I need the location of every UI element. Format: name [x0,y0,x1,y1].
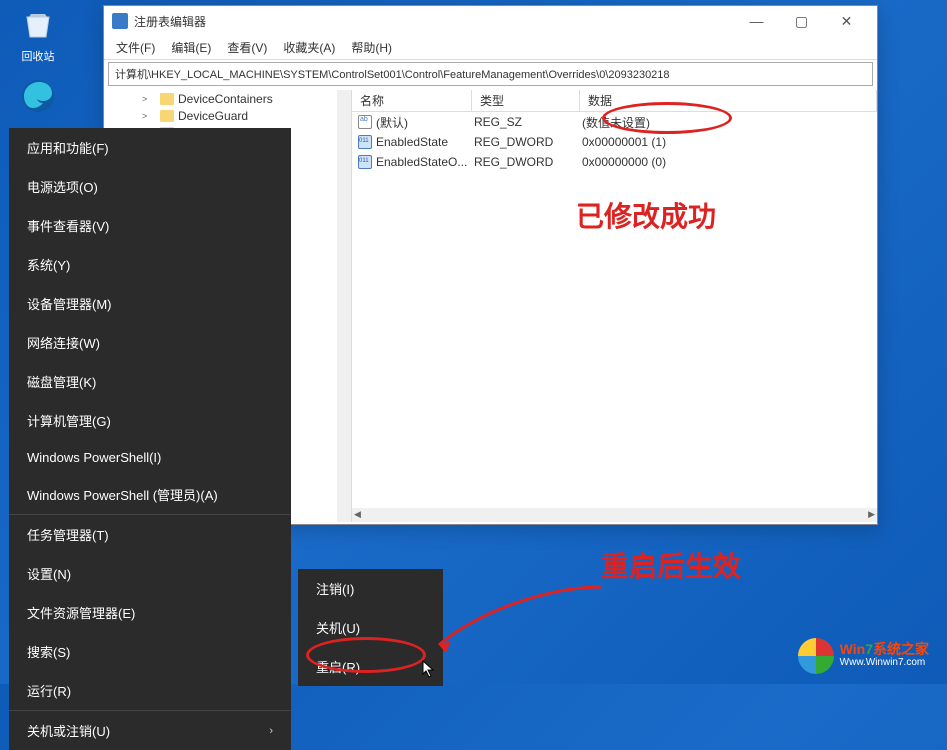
scrollbar-vertical[interactable] [337,90,351,522]
folder-icon [160,93,174,105]
winx-label: 运行(R) [27,684,71,699]
winx-label: 电源选项(O) [27,180,98,195]
close-button[interactable]: ✕ [824,6,869,36]
shutdown-label: 重启(R) [316,660,360,675]
value-name: EnabledStateO... [376,155,467,169]
winx-item[interactable]: 应用和功能(F) [9,128,291,167]
winx-item[interactable]: 任务管理器(T) [9,515,291,554]
value-data: 0x00000000 (0) [580,155,877,169]
winx-item[interactable]: 磁盘管理(K) [9,362,291,401]
tree-item[interactable]: > DeviceContainers [104,90,351,107]
value-data: 0x00000001 (1) [580,135,877,149]
value-data: (数值未设置) [580,114,877,131]
edge-browser-icon [18,76,58,116]
winx-item[interactable]: 文件资源管理器(E) [9,593,291,632]
winx-item[interactable]: Windows PowerShell (管理员)(A) [9,475,291,515]
winx-item[interactable]: 运行(R) [9,671,291,711]
folder-icon [160,110,174,122]
shutdown-label: 关机(U) [316,621,360,636]
menu-file[interactable]: 文件(F) [108,37,163,58]
winx-label: 设备管理器(M) [27,297,112,312]
caret-icon: > [142,111,152,121]
shutdown-submenu: 注销(I) 关机(U) 重启(R) [298,569,443,686]
menu-help[interactable]: 帮助(H) [343,37,400,58]
winx-item[interactable]: 计算机管理(G) [9,401,291,440]
list-row[interactable]: EnabledState REG_DWORD0x00000001 (1) [352,132,877,152]
winx-label: 任务管理器(T) [27,528,109,543]
value-icon [358,135,372,149]
annotation-arrow [427,582,607,652]
menu-edit[interactable]: 编辑(E) [163,37,219,58]
watermark: Win7系统之家 Www.Winwin7.com [798,638,929,674]
list-row[interactable]: (默认) REG_SZ(数值未设置) [352,112,877,132]
winx-item[interactable]: 设备管理器(M) [9,284,291,323]
annotation-text-2: 重启后生效 [601,545,741,585]
winx-label: 文件资源管理器(E) [27,606,135,621]
window-title: 注册表编辑器 [134,13,206,30]
shutdown-item[interactable]: 注销(I) [298,569,443,608]
value-name: EnabledState [376,135,448,149]
winx-item[interactable]: 设置(N) [9,554,291,593]
winx-menu: 应用和功能(F) 电源选项(O) 事件查看器(V) 系统(Y) 设备管理器(M) 网络连接… [9,128,291,750]
recycle-bin[interactable]: 回收站 [8,4,68,64]
winx-item[interactable]: 关机或注销(U) › [9,711,291,750]
scrollbar-horizontal[interactable]: ◀ ▶ [352,508,877,522]
winx-label: 磁盘管理(K) [27,375,96,390]
watermark-brand: Win7系统之家 [840,642,929,656]
value-type: REG_SZ [472,115,580,129]
winx-label: 事件查看器(V) [27,219,109,234]
scroll-right-icon[interactable]: ▶ [868,509,875,520]
menu-view[interactable]: 查看(V) [219,37,275,58]
winx-item[interactable]: Windows PowerShell(I) [9,440,291,475]
minimize-button[interactable]: — [734,6,779,36]
col-name[interactable]: 名称 [352,90,472,111]
scroll-left-icon[interactable]: ◀ [354,509,361,520]
maximize-button[interactable]: ▢ [779,6,824,36]
shutdown-item[interactable]: 重启(R) [298,647,443,686]
shutdown-item[interactable]: 关机(U) [298,608,443,647]
address-bar[interactable]: 计算机\HKEY_LOCAL_MACHINE\SYSTEM\ControlSet… [108,62,873,86]
menu-favorites[interactable]: 收藏夹(A) [275,37,343,58]
tree-label: DeviceGuard [178,109,248,123]
value-icon [358,115,372,129]
caret-icon: > [142,94,152,104]
recycle-bin-label: 回收站 [8,48,68,64]
list-row[interactable]: EnabledStateO... REG_DWORD0x00000000 (0) [352,152,877,172]
winx-label: 网络连接(W) [27,336,100,351]
winx-label: Windows PowerShell (管理员)(A) [27,488,218,503]
winx-item[interactable]: 网络连接(W) [9,323,291,362]
winx-item[interactable]: 搜索(S) [9,632,291,671]
winx-item[interactable]: 系统(Y) [9,245,291,284]
regedit-icon [112,13,128,29]
winx-item[interactable]: 事件查看器(V) [9,206,291,245]
list-pane[interactable]: 名称 类型 数据 (默认) REG_SZ(数值未设置) EnabledState RE… [352,90,877,522]
watermark-logo-icon [798,638,834,674]
value-icon [358,155,372,169]
col-data[interactable]: 数据 [580,90,877,111]
value-type: REG_DWORD [472,155,580,169]
winx-label: 设置(N) [27,567,71,582]
edge-icon[interactable] [8,76,68,120]
value-name: (默认) [376,114,408,131]
list-header: 名称 类型 数据 [352,90,877,112]
col-type[interactable]: 类型 [472,90,580,111]
menubar: 文件(F) 编辑(E) 查看(V) 收藏夹(A) 帮助(H) [104,36,877,60]
winx-item[interactable]: 电源选项(O) [9,167,291,206]
winx-label: 系统(Y) [27,258,70,273]
shutdown-label: 注销(I) [316,582,354,597]
value-type: REG_DWORD [472,135,580,149]
winx-label: 应用和功能(F) [27,141,109,156]
watermark-url: Www.Winwin7.com [840,656,929,670]
tree-label: DeviceContainers [178,92,273,106]
winx-label: 计算机管理(G) [27,414,111,429]
chevron-right-icon: › [269,725,273,737]
winx-label: 搜索(S) [27,645,70,660]
winx-label: Windows PowerShell(I) [27,450,161,465]
recycle-bin-icon [18,4,58,44]
tree-item[interactable]: > DeviceGuard [104,107,351,124]
titlebar[interactable]: 注册表编辑器 — ▢ ✕ [104,6,877,36]
annotation-text-1: 已修改成功 [576,195,716,235]
winx-label: 关机或注销(U) [27,721,110,740]
